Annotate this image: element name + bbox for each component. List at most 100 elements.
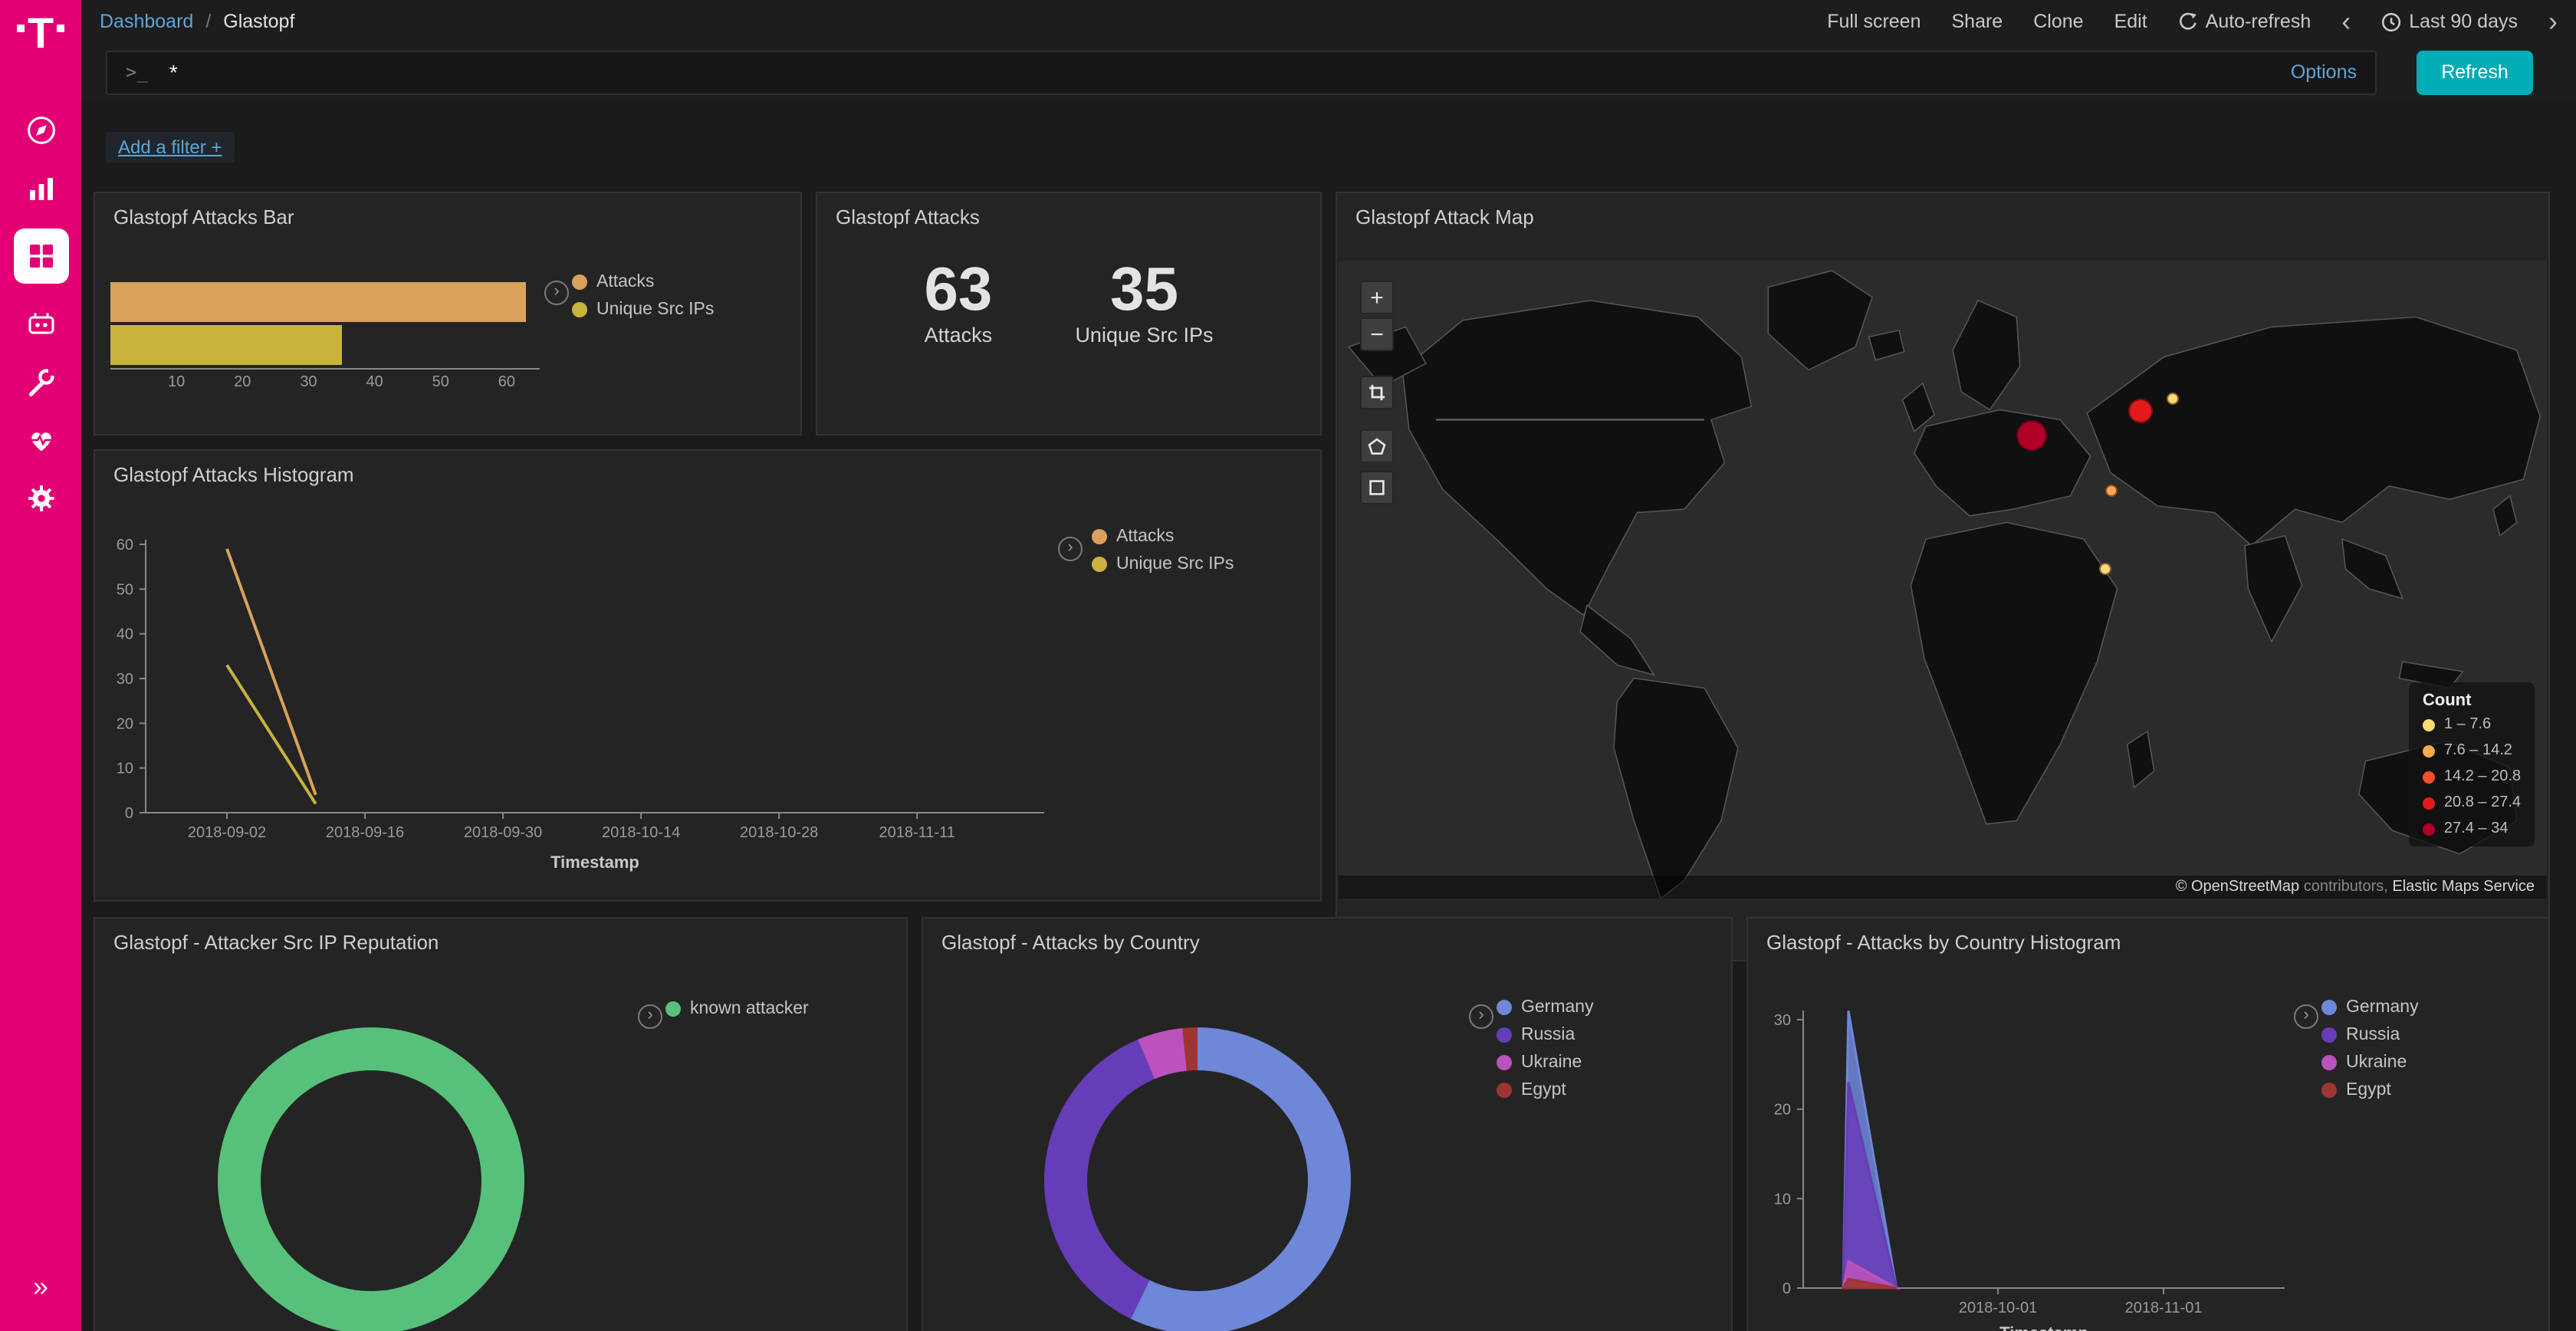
legend-item[interactable]: known attacker — [665, 1000, 809, 1018]
legend-item[interactable]: 1 – 7.6 — [2423, 716, 2521, 733]
query-options-link[interactable]: Options — [2291, 61, 2357, 83]
logo-dot-right — [57, 25, 64, 32]
legend-item[interactable]: 27.4 – 34 — [2423, 820, 2521, 837]
heart-pulse-icon — [24, 423, 58, 457]
legend-label: 20.8 – 27.4 — [2444, 794, 2521, 811]
legend-toggle[interactable]: › — [2294, 1004, 2318, 1029]
legend-item[interactable]: Attacks — [572, 273, 714, 291]
panel-title: Glastopf - Attacks by Country — [923, 919, 1731, 966]
svg-text:30: 30 — [1774, 1012, 1791, 1029]
sidebar-item-dashboard-active[interactable] — [13, 228, 68, 284]
time-back-button[interactable]: ‹ — [2341, 8, 2351, 35]
sidebar-item-visualize[interactable] — [22, 170, 59, 207]
gear-icon — [24, 481, 58, 515]
legend-item[interactable]: 14.2 – 20.8 — [2423, 768, 2521, 785]
chart-legend: Attacks Unique Src IPs — [572, 273, 714, 319]
legend-toggle[interactable]: › — [1469, 1004, 1493, 1029]
metric-label: Unique Src IPs — [1075, 324, 1213, 347]
clone-button[interactable]: Clone — [2033, 11, 2083, 32]
legend-item[interactable]: 7.6 – 14.2 — [2423, 742, 2521, 759]
elastic-maps-link[interactable]: Elastic Maps Service — [2392, 879, 2535, 896]
breadcrumb-dashboard-link[interactable]: Dashboard — [100, 11, 193, 32]
sidebar-item-management[interactable] — [22, 480, 59, 517]
wrench-icon — [24, 365, 58, 399]
legend-color-dot — [2321, 1027, 2337, 1043]
rectangle-tool-button[interactable] — [1360, 471, 1394, 504]
bar-chart-icon — [24, 172, 58, 205]
legend-label: Unique Src IPs — [596, 301, 714, 319]
map-point — [2166, 393, 2178, 405]
reputation-donut-chart[interactable] — [218, 1027, 524, 1331]
telekom-logo[interactable]: T — [17, 11, 64, 72]
world-map[interactable]: + − Count 1 – 7.67.6 – 14.214.2 – 20.820… — [1339, 261, 2547, 899]
legend-item[interactable]: Attacks — [1092, 527, 1234, 546]
panel-title: Glastopf Attacks Histogram — [95, 451, 1320, 498]
panel-title: Glastopf Attacks — [817, 193, 1320, 241]
breadcrumb-separator: / — [205, 11, 211, 32]
legend-color-dot — [1092, 529, 1107, 544]
legend-item[interactable]: Russia — [2321, 1026, 2419, 1044]
legend-label: Egypt — [1521, 1081, 1566, 1099]
legend-label: Ukraine — [1521, 1053, 1582, 1072]
bar-unique-src-ips[interactable] — [110, 325, 342, 365]
time-forward-button[interactable]: › — [2548, 8, 2558, 35]
sidebar-item-discover[interactable] — [22, 112, 59, 149]
svg-text:10: 10 — [1774, 1191, 1791, 1208]
panel-attacks-bar: Glastopf Attacks Bar › AttacksUnique Src… — [94, 192, 802, 435]
svg-text:20: 20 — [117, 715, 133, 732]
share-button[interactable]: Share — [1952, 11, 2003, 32]
openstreetmap-link[interactable]: © OpenStreetMap — [2176, 879, 2300, 896]
legend-label: Germany — [2346, 998, 2419, 1017]
clock-icon — [2381, 12, 2401, 31]
full-screen-button[interactable]: Full screen — [1827, 11, 1921, 32]
edit-button[interactable]: Edit — [2114, 11, 2147, 32]
svg-text:2018-09-16: 2018-09-16 — [326, 824, 404, 841]
legend-item[interactable]: Germany — [1497, 998, 1594, 1017]
legend-toggle[interactable]: › — [638, 1004, 662, 1029]
legend-toggle[interactable]: › — [1058, 537, 1083, 561]
sidebar-item-timelion[interactable] — [22, 305, 59, 342]
legend-color-dot — [2423, 744, 2435, 757]
panel-src-ip-reputation: Glastopf - Attacker Src IP Reputation › … — [94, 917, 908, 1331]
crop-tool-button[interactable] — [1360, 376, 1394, 409]
query-input[interactable]: >_ * Options — [106, 50, 2377, 94]
refresh-button[interactable]: Refresh — [2417, 50, 2533, 94]
time-range-picker[interactable]: Last 90 days — [2381, 11, 2518, 32]
legend-item[interactable]: Egypt — [2321, 1081, 2419, 1099]
legend-label: Russia — [1521, 1026, 1575, 1044]
metric-unique-src-ips: 35 Unique Src IPs — [1075, 258, 1213, 347]
polygon-tool-button[interactable] — [1360, 429, 1394, 463]
sidebar-item-monitoring[interactable] — [22, 422, 59, 458]
legend-toggle[interactable]: › — [544, 281, 569, 305]
legend-item[interactable]: Germany — [2321, 998, 2419, 1017]
panel-country-histogram: Glastopf - Attacks by Country Histogram … — [1746, 917, 2550, 1331]
auto-refresh-button[interactable]: Auto-refresh — [2178, 11, 2312, 32]
sidebar-item-dev-tools[interactable] — [22, 363, 59, 400]
panel-attacks-by-country: Glastopf - Attacks by Country › Germany R… — [922, 917, 1733, 1331]
legend-item[interactable]: Egypt — [1497, 1081, 1594, 1099]
legend-item[interactable]: Russia — [1497, 1026, 1594, 1044]
chart-legend: known attacker — [665, 1000, 809, 1018]
x-tick-label: 60 — [498, 374, 515, 391]
time-range-label: Last 90 days — [2409, 11, 2518, 32]
bar-attacks[interactable] — [110, 282, 527, 322]
zoom-in-button[interactable]: + — [1360, 281, 1394, 314]
legend-item[interactable]: Ukraine — [2321, 1053, 2419, 1072]
legend-color-dot — [1497, 1083, 1512, 1098]
legend-item[interactable]: Unique Src IPs — [1092, 555, 1234, 573]
svg-text:2018-10-01: 2018-10-01 — [1959, 1300, 2037, 1316]
legend-item[interactable]: 20.8 – 27.4 — [2423, 794, 2521, 811]
legend-color-dot — [572, 302, 587, 317]
legend-label: Ukraine — [2346, 1053, 2407, 1072]
legend-item[interactable]: Unique Src IPs — [572, 301, 714, 319]
top-nav: Dashboard / Glastopf Full screen Share C… — [81, 0, 2576, 43]
legend-item[interactable]: Ukraine — [1497, 1053, 1594, 1072]
legend-color-dot — [1497, 1027, 1512, 1043]
x-tick-label: 50 — [432, 374, 449, 391]
sidebar-collapse-button[interactable]: » — [33, 1273, 48, 1300]
dashboard-grid-icon — [24, 239, 58, 273]
country-donut-chart[interactable] — [1044, 1027, 1351, 1331]
add-filter-link[interactable]: Add a filter + — [106, 132, 234, 163]
donut-hole — [1087, 1070, 1308, 1291]
zoom-out-button[interactable]: − — [1360, 317, 1394, 351]
